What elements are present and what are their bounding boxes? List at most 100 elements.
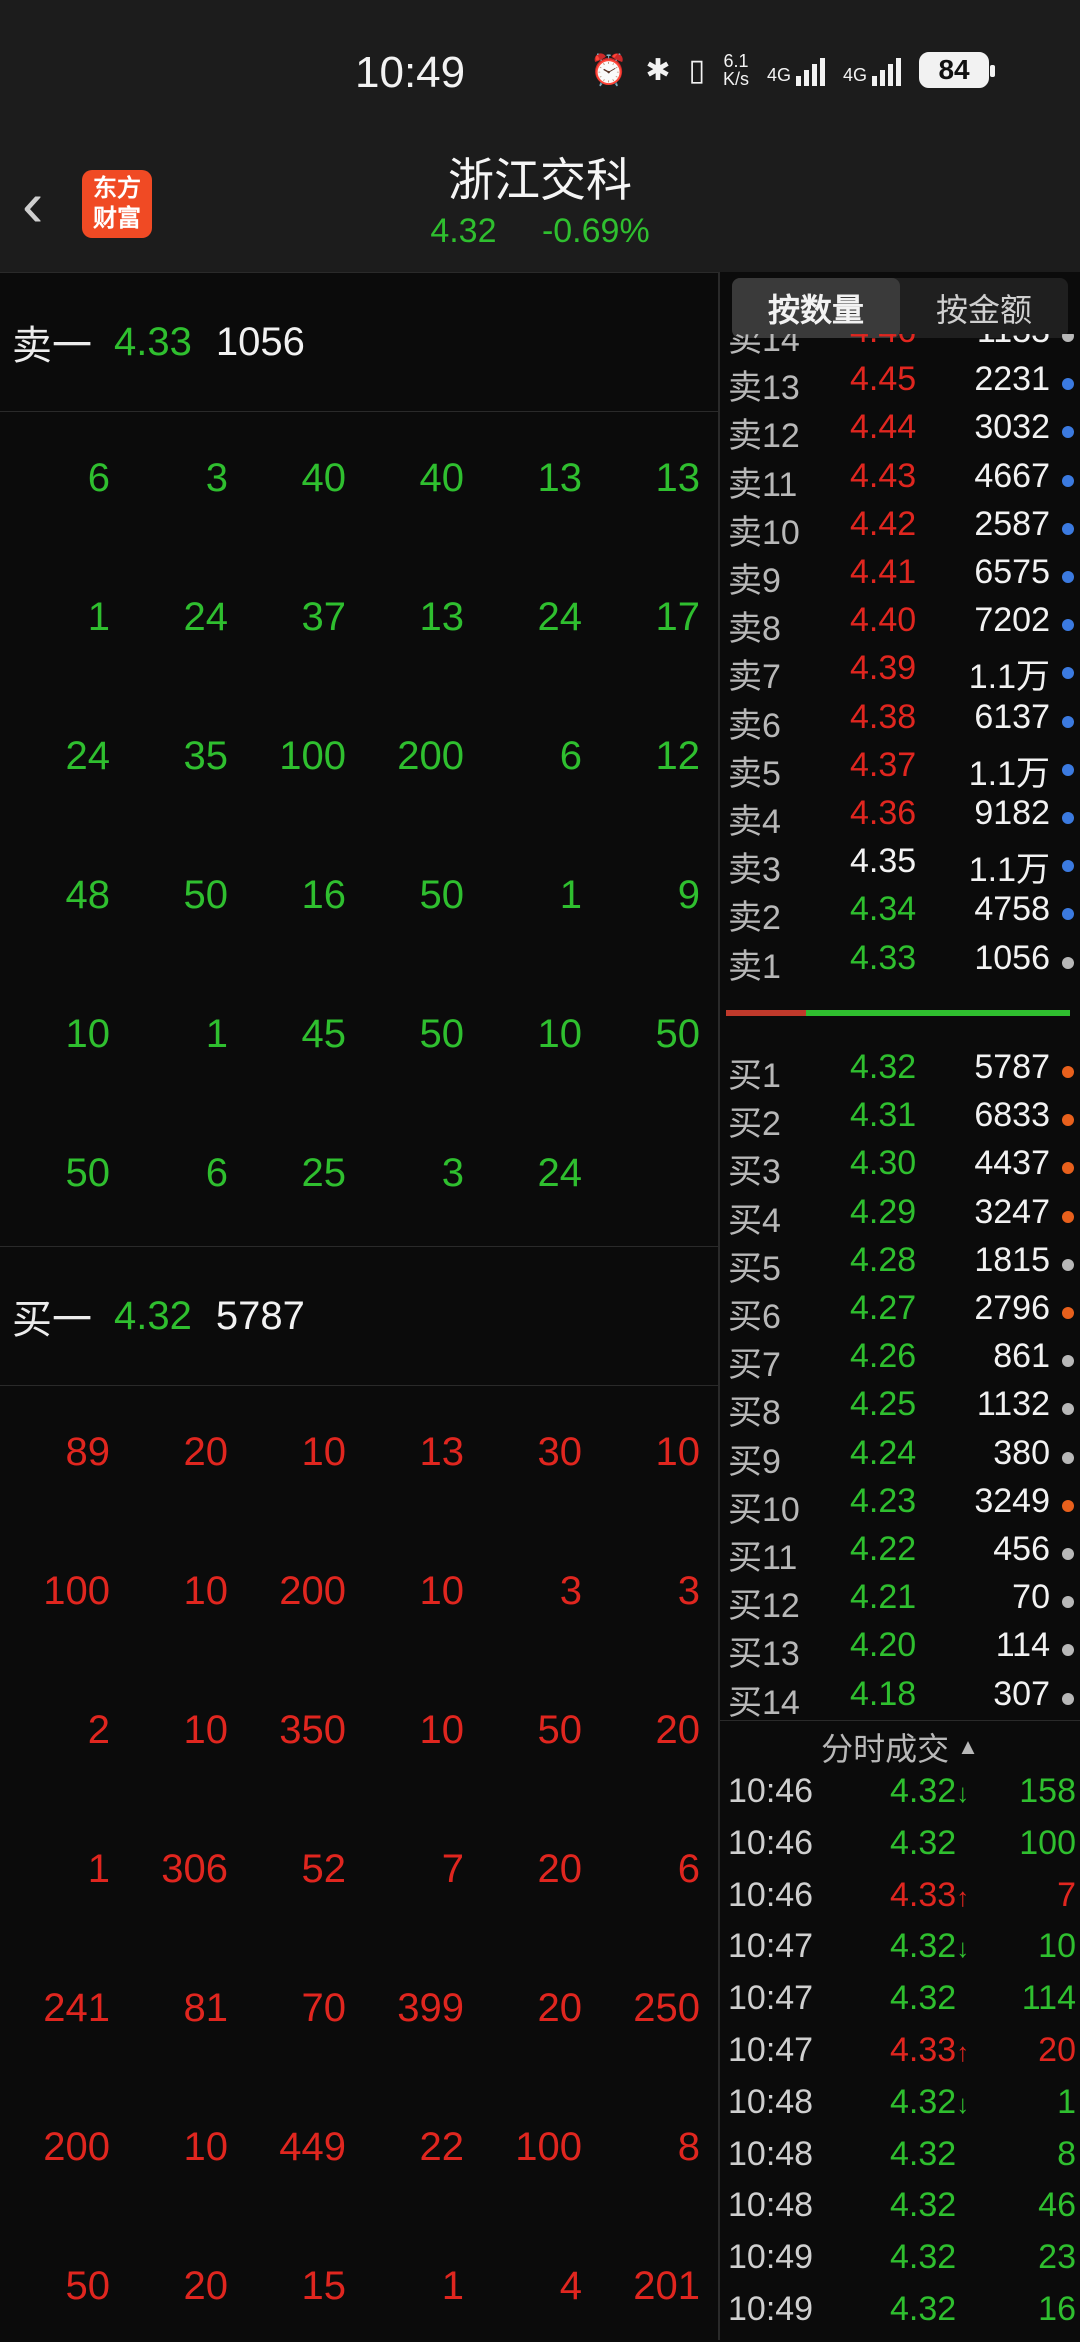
level-label: 买2 [728,1105,781,1144]
stock-name: 浙江交科 [448,154,632,206]
ask-level-row[interactable]: 卖9 4.41 6575 [720,553,1080,601]
ask-level-row[interactable]: 卖2 4.34 4758 [720,890,1080,938]
buy-queue-cell: 10 [655,1430,701,1474]
buy-queue-row: 100 10 200 10 3 3 [0,1569,718,1629]
tick-volume: 114 [1021,1979,1076,2018]
level-dot-icon [1062,763,1074,776]
level-label: 卖9 [728,562,781,600]
ask-level-row[interactable]: 卖8 4.40 7202 [720,601,1080,649]
bid-level-row[interactable]: 买9 4.24 380 [720,1434,1080,1482]
level-price: 4.21 [850,1578,917,1617]
level-label: 买7 [728,1346,781,1385]
buy-queue-cell: 250 [633,1986,700,2030]
sell-queue-cell: 6 [87,456,110,500]
sell-queue-cell: 3 [205,456,228,500]
ask-level-row[interactable]: 卖7 4.39 1.1万 [720,649,1080,697]
ticks-header[interactable]: 分时成交 ▲ [720,1720,1080,1773]
level-volume: 380 [993,1433,1050,1472]
ask-level-row[interactable]: 卖5 4.37 1.1万 [720,746,1080,794]
level-label: 买6 [728,1298,781,1336]
tick-row[interactable]: 10:46 4.32 100 [720,1824,1080,1876]
level-label: 卖1 [728,947,781,986]
bid-level-row[interactable]: 买13 4.20 114 [720,1626,1080,1674]
arrow-down-icon: ↓ [956,1933,970,1964]
bid-level-row[interactable]: 买5 4.28 1815 [720,1241,1080,1289]
tick-time: 10:46 [728,1772,814,1810]
level-volume: 6833 [974,1096,1050,1135]
tick-row[interactable]: 10:47 4.32↓ 10 [720,1927,1080,1979]
tick-row[interactable]: 10:49 4.32 16 [720,2290,1080,2342]
buy-queue-cell: 100 [515,2125,582,2169]
level-label: 买11 [728,1539,798,1577]
buy-queue-cell: 200 [279,1569,346,1613]
level-dot-icon [1062,426,1074,439]
tick-row[interactable]: 10:46 4.33↑ 7 [720,1876,1080,1928]
level-dot-icon [1062,1596,1074,1609]
level-price: 4.18 [850,1674,917,1713]
bid-level-row[interactable]: 买1 4.32 5787 [720,1048,1080,1096]
tab-by-amount[interactable]: 按金额 [900,278,1068,338]
buy-queue-cell: 50 [65,2264,111,2308]
bid-level-row[interactable]: 买6 4.27 2796 [720,1289,1080,1337]
tick-price: 4.32↓ [890,2082,970,2121]
level-price: 4.28 [850,1240,917,1279]
tick-row[interactable]: 10:47 4.33↑ 20 [720,2031,1080,2083]
bid-level-row[interactable]: 买10 4.23 3249 [720,1482,1080,1530]
ask-level-row[interactable]: 卖12 4.44 3032 [720,408,1080,456]
tick-volume: 7 [1057,1875,1076,1914]
bid-level-row[interactable]: 买3 4.30 4437 [720,1144,1080,1192]
level-volume: 1132 [976,1385,1050,1424]
level-label: 买8 [728,1394,781,1433]
tick-row[interactable]: 10:47 4.32 114 [720,1979,1080,2031]
tick-price: 4.32↓ [890,1927,970,1966]
ask-level-row[interactable]: 卖4 4.36 9182 [720,794,1080,842]
ask-level-row[interactable]: 卖14 4.46 1133 [720,334,1080,360]
level-price: 4.25 [850,1385,917,1424]
bid-level-row[interactable]: 买4 4.29 3247 [720,1193,1080,1241]
bid-level-row[interactable]: 买14 4.18 307 [720,1675,1080,1718]
order-queue-panel: 卖一 4.33 1056 6 3 40 40 13 13 1 24 37 13 24 17 24 35 10… [0,272,718,2340]
sell-queue-cell: 40 [419,456,465,500]
ask-level-row[interactable]: 卖10 4.42 2587 [720,505,1080,553]
level-label: 卖12 [728,417,800,456]
tick-row[interactable]: 10:48 4.32↓ 1 [720,2083,1080,2135]
bid-level-row[interactable]: 买8 4.25 1132 [720,1385,1080,1433]
level-label: 卖4 [728,803,781,841]
tick-row[interactable]: 10:48 4.32 46 [720,2186,1080,2238]
bid-level-row[interactable]: 买2 4.31 6833 [720,1096,1080,1144]
buy-queue-cell: 1 [441,2264,464,2308]
bid-level-row[interactable]: 买12 4.21 70 [720,1578,1080,1626]
buy-queue-cell: 2 [87,1708,110,1752]
tick-volume: 46 [1038,2186,1076,2225]
buy-queue-row: 50 20 15 1 4 201 [0,2264,718,2324]
bid-level-row[interactable]: 买11 4.22 456 [720,1530,1080,1578]
stock-price: 4.32 [430,212,497,250]
order-book-list[interactable]: 卖14 4.46 1133 卖13 4.45 2231 卖12 4.44 3032 卖11 4.43… [720,334,1080,1718]
ask-level-row[interactable]: 卖11 4.43 4667 [720,457,1080,505]
level-volume: 1.1万 [968,851,1050,890]
level-dot-icon [1062,956,1074,969]
level-volume: 70 [1012,1578,1050,1617]
sell-queue-cell: 24 [65,734,111,778]
level-price: 4.45 [850,360,917,399]
level-price: 4.35 [850,842,917,881]
buy-queue-cell: 350 [279,1708,346,1752]
tick-row[interactable]: 10:48 4.32 8 [720,2135,1080,2187]
level-volume: 1133 [977,334,1050,351]
tick-row[interactable]: 10:49 4.32 23 [720,2238,1080,2290]
ask-level-row[interactable]: 卖6 4.38 6137 [720,698,1080,746]
level-dot-icon [1062,378,1074,391]
ask-level-row[interactable]: 卖13 4.45 2231 [720,360,1080,408]
tab-by-volume[interactable]: 按数量 [732,278,900,338]
sell-queue-cell: 10 [65,1012,111,1056]
level-price: 4.39 [850,649,917,688]
bid-level-row[interactable]: 买7 4.26 861 [720,1337,1080,1385]
ask-level-row[interactable]: 卖3 4.35 1.1万 [720,842,1080,890]
ask-level-row[interactable]: 卖1 4.33 1056 [720,939,1080,987]
sell-queue-cell: 17 [655,595,701,639]
level-volume: 4437 [974,1144,1050,1183]
tick-volume: 100 [1019,1823,1076,1862]
level-price: 4.24 [850,1433,917,1472]
tick-row[interactable]: 10:46 4.32↓ 158 [720,1772,1080,1824]
sell-queue-cell: 10 [537,1012,583,1056]
